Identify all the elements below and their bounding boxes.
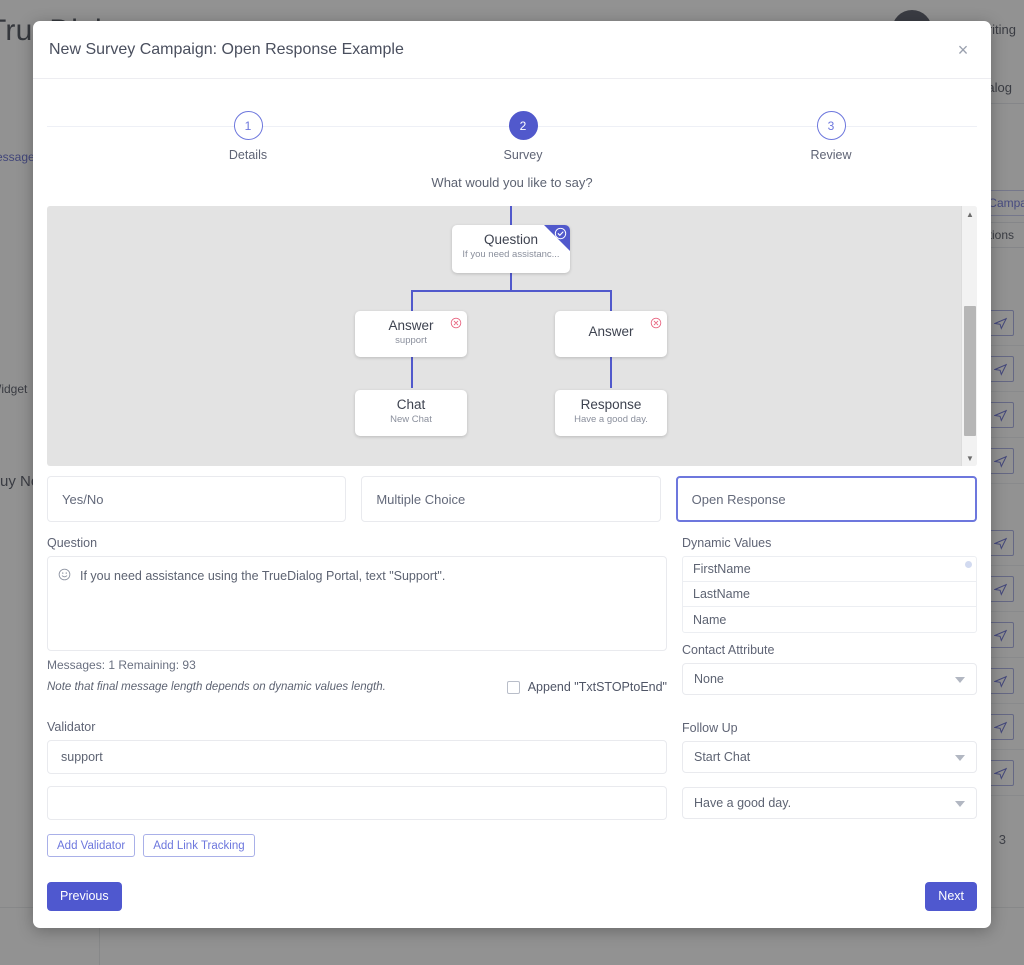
new-survey-campaign-dialog: New Survey Campaign: Open Response Examp…: [33, 21, 991, 928]
delete-icon[interactable]: [450, 317, 462, 329]
note-row: Note that final message length depends o…: [47, 680, 667, 694]
survey-flow-canvas[interactable]: Question If you need assistanc... Answer…: [47, 206, 977, 466]
question-input[interactable]: If you need assistance using the TrueDia…: [47, 556, 667, 651]
edge-split-to-answer-2: [610, 290, 612, 312]
step-details[interactable]: 1 Details: [188, 107, 308, 162]
dynamic-value-lastname[interactable]: LastName: [683, 582, 976, 607]
chevron-down-icon: [955, 677, 965, 683]
step-label: Survey: [503, 148, 543, 162]
question-text: If you need assistance using the TrueDia…: [80, 569, 446, 583]
step-number: 2: [508, 111, 538, 140]
follow-up-action-select[interactable]: Start Chat: [682, 741, 977, 773]
node-answer-2[interactable]: Answer: [555, 311, 667, 357]
validator-label: Validator: [47, 720, 96, 734]
validator-input-1[interactable]: support: [47, 740, 667, 774]
dynamic-values-list[interactable]: FirstName LastName Name: [682, 556, 977, 633]
follow-up-message-select[interactable]: Have a good day.: [682, 787, 977, 819]
edge-split-to-answer-1: [411, 290, 413, 312]
node-response[interactable]: Response Have a good day.: [555, 390, 667, 436]
append-checkbox[interactable]: [506, 680, 520, 694]
follow-up-action-value: Start Chat: [694, 750, 751, 764]
node-subtitle: New Chat: [390, 414, 432, 425]
append-stop-toggle[interactable]: Append "TxtSTOPtoEnd": [506, 680, 667, 694]
dynamic-values-label: Dynamic Values: [682, 536, 772, 550]
edge-split-horizontal: [411, 290, 612, 292]
chevron-down-icon: [955, 801, 965, 807]
node-subtitle: support: [395, 335, 427, 346]
question-type-tabs: Yes/No Multiple Choice Open Response: [47, 476, 977, 522]
tab-yes-no[interactable]: Yes/No: [47, 476, 347, 522]
step-number: 3: [816, 111, 846, 140]
tab-multiple-choice[interactable]: Multiple Choice: [361, 476, 661, 522]
scrollbar-thumb[interactable]: [964, 306, 976, 436]
dynamic-value-name[interactable]: Name: [683, 607, 976, 632]
left-column: Question If you need assistance using th…: [47, 536, 667, 857]
dialog-footer: Previous Next: [33, 864, 991, 928]
dynamic-value-firstname[interactable]: FirstName: [683, 557, 976, 582]
node-subtitle: Have a good day.: [574, 414, 648, 425]
scroll-down-icon[interactable]: ▼: [962, 450, 977, 466]
delete-icon[interactable]: [650, 317, 662, 329]
previous-button[interactable]: Previous: [47, 881, 122, 911]
node-question[interactable]: Question If you need assistanc...: [452, 225, 570, 273]
validator-actions: Add Validator Add Link Tracking: [47, 834, 667, 857]
node-title: Response: [580, 397, 642, 412]
step-label: Details: [228, 148, 268, 162]
check-circle-icon: [554, 227, 567, 240]
prompt-label: What would you like to say?: [431, 175, 593, 190]
length-note: Note that final message length depends o…: [47, 681, 386, 693]
step-number: 1: [233, 111, 263, 140]
add-validator-button[interactable]: Add Validator: [47, 834, 136, 857]
chevron-down-icon: [955, 755, 965, 761]
wizard-stepper: 1 Details 2 Survey 3 Review: [47, 107, 977, 169]
question-label: Question: [47, 536, 98, 550]
add-link-tracking-button[interactable]: Add Link Tracking: [143, 834, 255, 857]
dialog-header: New Survey Campaign: Open Response Examp…: [33, 21, 991, 79]
node-chat[interactable]: Chat New Chat: [355, 390, 467, 436]
contact-attribute-value: None: [694, 672, 724, 686]
close-icon[interactable]: ×: [953, 40, 973, 60]
follow-up-message-value: Have a good day.: [694, 796, 792, 810]
right-column: Dynamic Values FirstName LastName Name C…: [682, 536, 977, 857]
contact-attribute-select[interactable]: None: [682, 663, 977, 695]
follow-up-label: Follow Up: [682, 721, 738, 735]
validator-input-2[interactable]: [47, 786, 667, 820]
node-answer-1[interactable]: Answer support: [355, 311, 467, 357]
next-button[interactable]: Next: [925, 881, 977, 911]
tab-open-response[interactable]: Open Response: [675, 476, 977, 522]
append-label: Append "TxtSTOPtoEnd": [527, 680, 667, 694]
scroll-up-icon[interactable]: ▲: [962, 206, 977, 222]
canvas-scrollbar[interactable]: ▲ ▼: [961, 206, 977, 466]
node-title: Chat: [396, 397, 426, 412]
edge-answer1-to-chat: [411, 356, 413, 388]
edge-answer2-to-response: [610, 356, 612, 388]
dialog-title: New Survey Campaign: Open Response Examp…: [49, 40, 404, 58]
step-label: Review: [810, 148, 852, 162]
smiley-icon[interactable]: [58, 568, 71, 581]
step-review[interactable]: 3 Review: [771, 107, 891, 162]
step-survey[interactable]: 2 Survey: [463, 107, 583, 162]
message-count: Messages: 1 Remaining: 93: [47, 658, 196, 672]
form-columns: Question If you need assistance using th…: [47, 536, 977, 857]
dynamic-values-scroll-indicator[interactable]: [965, 561, 972, 568]
contact-attribute-label: Contact Attribute: [682, 643, 775, 657]
